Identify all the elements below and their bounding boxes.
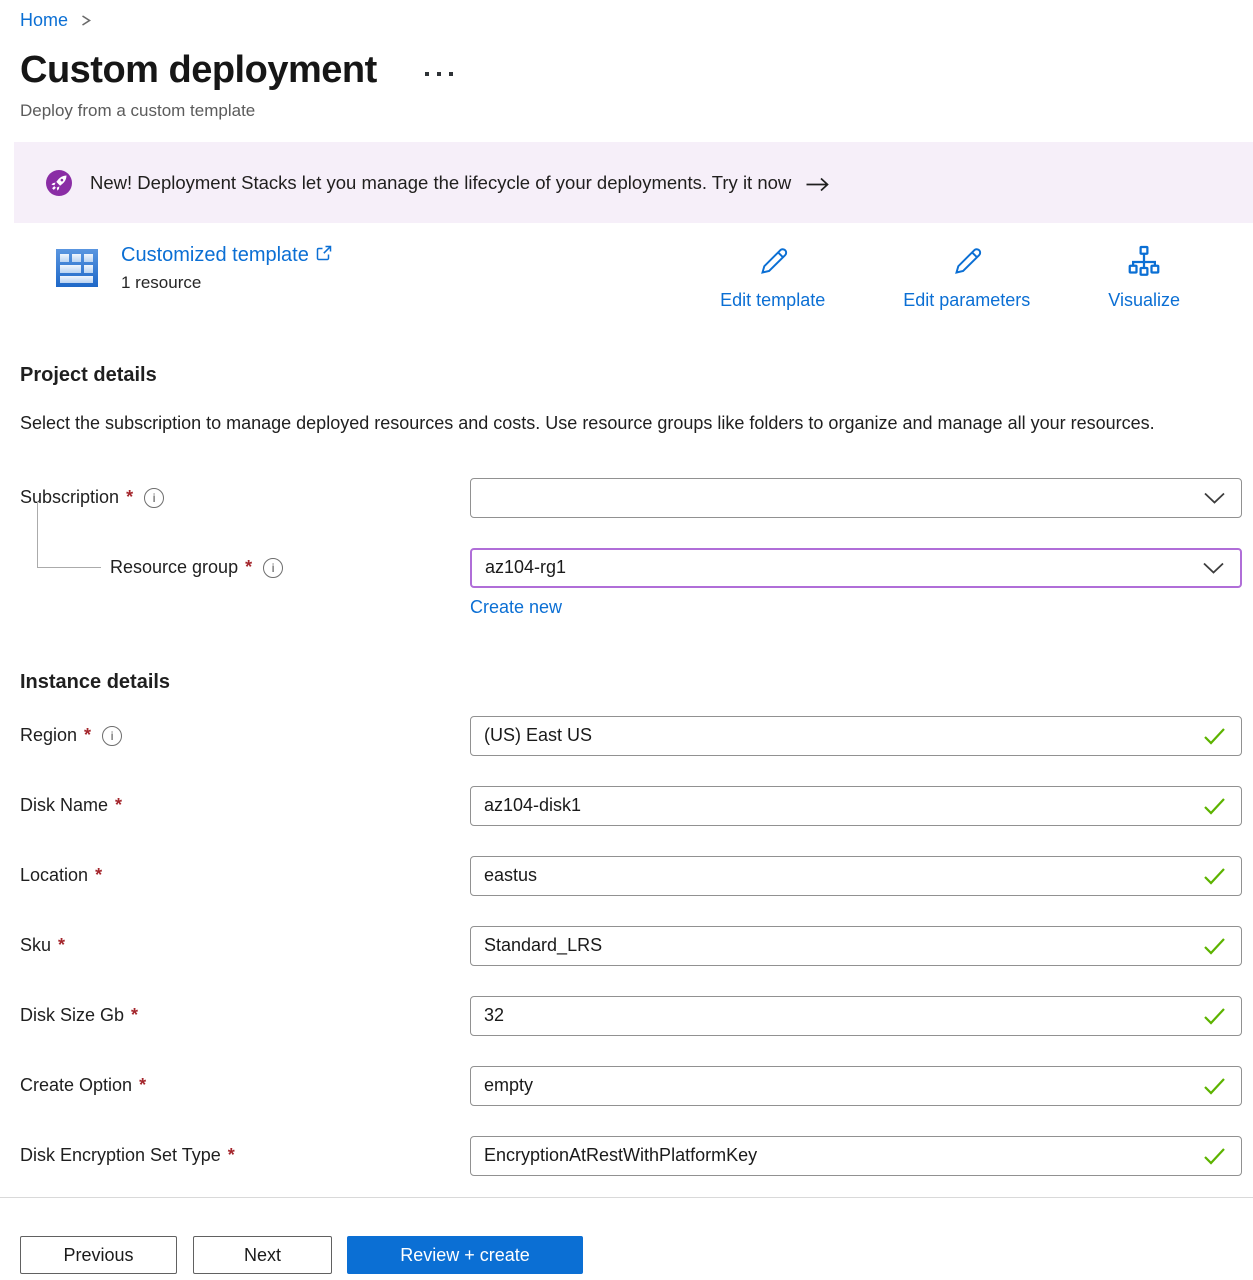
arrow-right-icon: [805, 176, 830, 193]
banner-message[interactable]: New! Deployment Stacks let you manage th…: [90, 172, 791, 194]
valid-check-icon: [1203, 727, 1226, 745]
disk-encryption-set-type-input[interactable]: EncryptionAtRestWithPlatformKey: [470, 1136, 1242, 1176]
valid-check-icon: [1203, 1077, 1226, 1095]
region-value: (US) East US: [484, 725, 592, 746]
hierarchy-icon: [1126, 244, 1162, 285]
customized-template-link[interactable]: Customized template: [121, 244, 332, 267]
disk-name-value: az104-disk1: [484, 795, 581, 816]
sku-value: Standard_LRS: [484, 935, 602, 956]
next-button[interactable]: Next: [193, 1236, 332, 1274]
instance-details-heading: Instance details: [20, 671, 1242, 694]
review-create-button[interactable]: Review + create: [347, 1236, 583, 1274]
tree-connector-line: [37, 502, 101, 568]
edit-template-label: Edit template: [720, 290, 825, 311]
project-details-heading: Project details: [20, 364, 1242, 387]
rocket-icon: [45, 169, 73, 197]
create-option-input[interactable]: empty: [470, 1066, 1242, 1106]
disk-encryption-set-type-label: Disk Encryption Set Type: [20, 1145, 221, 1166]
required-asterisk: *: [228, 1145, 235, 1166]
sku-label: Sku: [20, 935, 51, 956]
main-content: Home Custom deployment Deploy from a cus…: [0, 0, 1253, 1197]
chevron-down-icon: [1202, 561, 1225, 574]
edit-template-button[interactable]: Edit template: [720, 244, 825, 311]
location-label: Location: [20, 865, 88, 886]
resource-group-label: Resource group: [110, 557, 238, 578]
edit-parameters-label: Edit parameters: [903, 290, 1030, 311]
wizard-footer: Previous Next Review + create: [0, 1197, 1253, 1280]
previous-button[interactable]: Previous: [20, 1236, 177, 1274]
visualize-button[interactable]: Visualize: [1108, 244, 1180, 311]
breadcrumb-home-link[interactable]: Home: [20, 10, 68, 31]
disk-size-value: 32: [484, 1005, 504, 1026]
required-asterisk: *: [115, 795, 122, 816]
region-input[interactable]: (US) East US: [470, 716, 1242, 756]
location-value: eastus: [484, 865, 537, 886]
valid-check-icon: [1203, 867, 1226, 885]
disk-encryption-set-type-value: EncryptionAtRestWithPlatformKey: [484, 1145, 757, 1166]
page-subtitle: Deploy from a custom template: [20, 101, 1242, 121]
disk-name-label: Disk Name: [20, 795, 108, 816]
chevron-down-icon: [1203, 491, 1226, 504]
required-asterisk: *: [131, 1005, 138, 1026]
info-icon[interactable]: i: [263, 558, 283, 578]
required-asterisk: *: [245, 557, 252, 578]
breadcrumb: Home: [20, 0, 1242, 31]
required-asterisk: *: [58, 935, 65, 956]
visualize-label: Visualize: [1108, 290, 1180, 311]
edit-parameters-button[interactable]: Edit parameters: [903, 244, 1030, 311]
resource-group-value: az104-rg1: [485, 557, 566, 578]
required-asterisk: *: [139, 1075, 146, 1096]
project-details-description: Select the subscription to manage deploy…: [20, 409, 1170, 438]
info-icon[interactable]: i: [102, 726, 122, 746]
deployment-stacks-banner[interactable]: New! Deployment Stacks let you manage th…: [14, 142, 1253, 223]
disk-size-input[interactable]: 32: [470, 996, 1242, 1036]
resource-group-dropdown[interactable]: az104-rg1: [470, 548, 1242, 588]
sku-input[interactable]: Standard_LRS: [470, 926, 1242, 966]
more-menu-icon[interactable]: [425, 72, 453, 76]
page-title: Custom deployment: [20, 49, 377, 92]
required-asterisk: *: [126, 487, 133, 508]
template-resource-count: 1 resource: [121, 273, 332, 293]
create-option-value: empty: [484, 1075, 533, 1096]
valid-check-icon: [1203, 1007, 1226, 1025]
required-asterisk: *: [84, 725, 91, 746]
region-label: Region: [20, 725, 77, 746]
disk-name-input[interactable]: az104-disk1: [470, 786, 1242, 826]
pencil-icon: [755, 244, 791, 285]
chevron-right-icon: [80, 13, 92, 28]
info-icon[interactable]: i: [144, 488, 164, 508]
external-link-icon: [316, 245, 332, 261]
required-asterisk: *: [95, 865, 102, 886]
customized-template-label: Customized template: [121, 244, 309, 267]
valid-check-icon: [1203, 937, 1226, 955]
disk-size-label: Disk Size Gb: [20, 1005, 124, 1026]
valid-check-icon: [1203, 1147, 1226, 1165]
template-icon: [53, 244, 101, 292]
pencil-icon: [949, 244, 985, 285]
valid-check-icon: [1203, 797, 1226, 815]
subscription-dropdown[interactable]: [470, 478, 1242, 518]
location-input[interactable]: eastus: [470, 856, 1242, 896]
create-option-label: Create Option: [20, 1075, 132, 1096]
create-new-link[interactable]: Create new: [470, 597, 562, 617]
